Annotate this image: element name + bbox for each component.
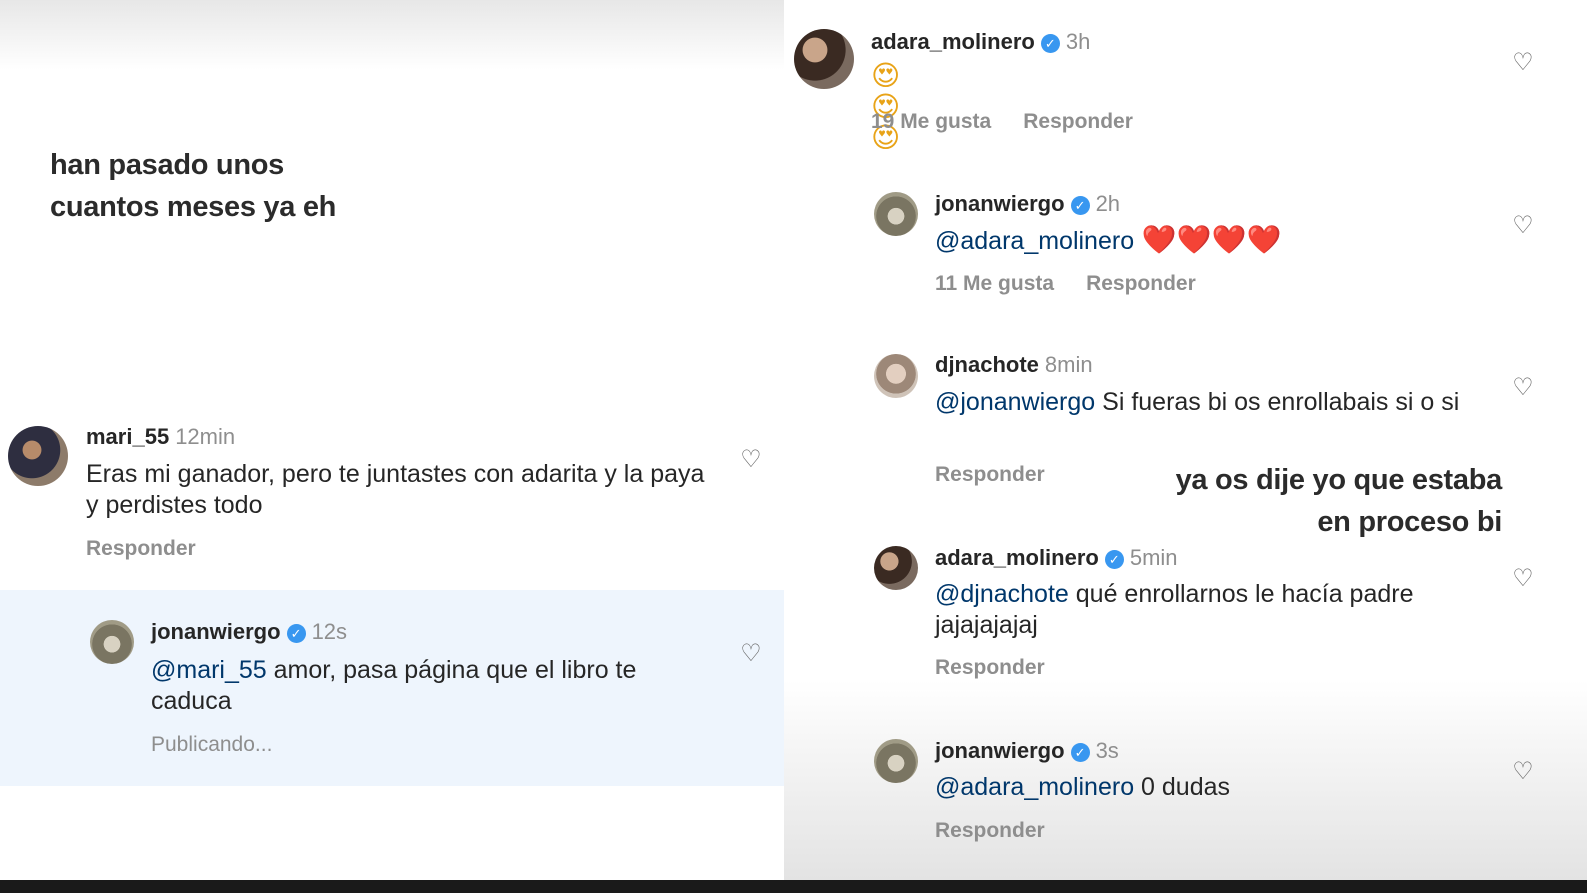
avatar[interactable] <box>794 29 854 89</box>
avatar[interactable] <box>874 739 918 783</box>
comment-time: 2h <box>1095 191 1121 216</box>
verified-badge-icon: ✓ <box>1070 743 1090 762</box>
comment-header: jonanwiergo ✓ 2h <box>935 190 1120 218</box>
comment-time: 3h <box>1065 29 1091 54</box>
avatar[interactable] <box>874 546 918 590</box>
comment-text-content: 0 dudas <box>1134 773 1231 801</box>
mention-link[interactable]: @adara_molinero <box>935 227 1134 255</box>
heart-icon[interactable]: ♡ <box>738 447 764 473</box>
reply-button[interactable]: Responder <box>935 463 1045 486</box>
verified-badge-icon: ✓ <box>1070 196 1090 215</box>
comment-header: djnachote 8min <box>935 351 1093 379</box>
comment-actions: 19 Me gusta Responder <box>871 110 1133 134</box>
username[interactable]: adara_molinero <box>871 29 1035 54</box>
comment-header: jonanwiergo ✓ 12s <box>151 618 347 646</box>
comment-time: 5min <box>1129 545 1178 570</box>
heart-icon[interactable]: ♡ <box>1510 759 1536 785</box>
heart-icon[interactable]: ♡ <box>1510 566 1536 592</box>
comment-header: adara_molinero ✓ 5min <box>935 544 1178 572</box>
overlay-line: ya os dije yo que estaba <box>1175 464 1503 496</box>
comment-text-content: ❤️❤️❤️❤️ <box>1134 224 1282 255</box>
left-screenshot: han pasado unos cuantos meses ya eh mari… <box>0 0 784 880</box>
heart-icon[interactable]: ♡ <box>1510 50 1536 76</box>
username[interactable]: adara_molinero <box>935 545 1099 570</box>
comment-header: adara_molinero ✓ 3h <box>871 28 1090 56</box>
comment-time: 12s <box>311 619 348 644</box>
comment-header: jonanwiergo ✓ 3s <box>935 737 1119 765</box>
overlay-line: han pasado unos <box>50 149 284 181</box>
avatar[interactable] <box>874 354 918 398</box>
publishing-status: Publicando... <box>151 733 273 756</box>
top-shadow <box>0 0 784 70</box>
story-overlay-text: ya os dije yo que estaba en proceso bi <box>1084 459 1503 543</box>
verified-badge-icon: ✓ <box>1104 550 1124 569</box>
username[interactable]: mari_55 <box>86 424 169 449</box>
likes-count[interactable]: 11 Me gusta <box>935 272 1054 295</box>
verified-badge-icon: ✓ <box>1040 34 1060 53</box>
avatar[interactable] <box>8 426 68 486</box>
overlay-line: en proceso bi <box>1317 506 1502 538</box>
comment-time: 3s <box>1095 738 1119 763</box>
avatar[interactable] <box>90 620 134 664</box>
reply-button[interactable]: Responder <box>1086 272 1196 295</box>
comment-actions: Responder <box>935 819 1045 843</box>
comment-actions: 11 Me gusta Responder <box>935 272 1196 296</box>
comment-time: 12min <box>175 424 236 449</box>
story-overlay-text: han pasado unos cuantos meses ya eh <box>50 144 336 228</box>
comment-actions: Responder <box>86 537 196 561</box>
mention-link[interactable]: @adara_molinero <box>935 773 1134 801</box>
comment-text: @djnachote qué enrollarnos le hacía padr… <box>935 579 1495 641</box>
heart-icon[interactable]: ♡ <box>738 641 764 667</box>
comment-text-content: Si fueras bi os enrollabais si o si <box>1095 388 1460 416</box>
comment-text: @mari_55 amor, pasa página que el libro … <box>151 655 711 717</box>
reply-button[interactable]: Responder <box>86 537 196 560</box>
likes-count[interactable]: 19 Me gusta <box>871 110 991 133</box>
username[interactable]: jonanwiergo <box>151 619 281 644</box>
heart-icon[interactable]: ♡ <box>1510 375 1536 401</box>
reply-button[interactable]: Responder <box>935 656 1045 679</box>
bottom-border <box>0 880 1587 893</box>
comment-text: Eras mi ganador, pero te juntastes con a… <box>86 460 705 519</box>
mention-link[interactable]: @mari_55 <box>151 656 267 684</box>
username[interactable]: djnachote <box>935 352 1039 377</box>
mention-link[interactable]: @djnachote <box>935 580 1069 608</box>
comment-actions: Responder <box>935 463 1045 487</box>
comment-time: 8min <box>1044 352 1093 377</box>
comment-text: @adara_molinero ❤️❤️❤️❤️ <box>935 224 1495 257</box>
reply-button[interactable]: Responder <box>935 819 1045 842</box>
comment-text: @adara_molinero 0 dudas <box>935 772 1495 803</box>
heart-icon[interactable]: ♡ <box>1510 213 1536 239</box>
comment-header: mari_55 12min <box>86 423 235 451</box>
username[interactable]: jonanwiergo <box>935 191 1065 216</box>
comment-actions: Responder <box>935 656 1045 680</box>
comment-text: @jonanwiergo Si fueras bi os enrollabais… <box>935 387 1475 418</box>
avatar[interactable] <box>874 192 918 236</box>
username[interactable]: jonanwiergo <box>935 738 1065 763</box>
reply-button[interactable]: Responder <box>1023 110 1133 133</box>
mention-link[interactable]: @jonanwiergo <box>935 388 1095 416</box>
comment-actions: Publicando... <box>151 733 272 757</box>
verified-badge-icon: ✓ <box>286 624 306 643</box>
overlay-line: cuantos meses ya eh <box>50 191 337 223</box>
right-screenshot: adara_molinero ✓ 3h 😍😍😍 19 Me gusta Respond… <box>784 0 1587 880</box>
comment-text: 😍😍😍 <box>871 60 901 153</box>
